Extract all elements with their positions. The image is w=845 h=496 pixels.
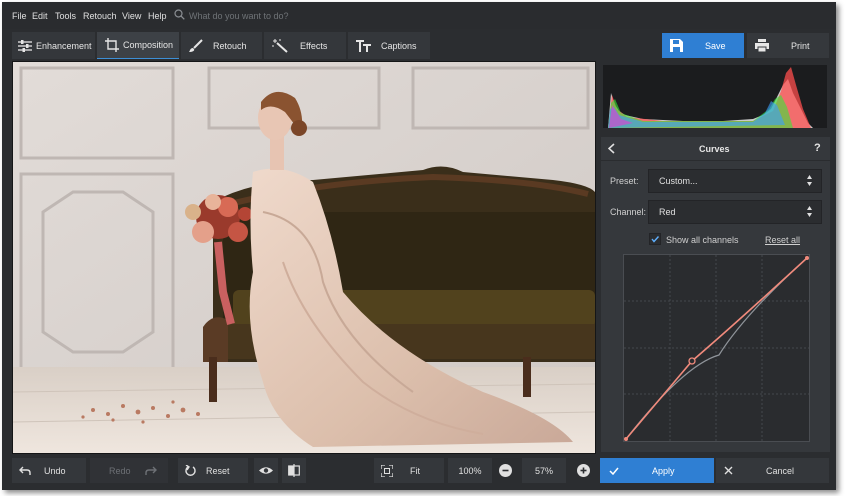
tab-captions-label: Captions <box>381 40 417 51</box>
menu-help[interactable]: Help <box>148 11 167 21</box>
crop-icon <box>105 38 119 52</box>
search-icon <box>174 9 185 20</box>
printer-icon <box>755 39 769 52</box>
zoom-out-button[interactable] <box>496 458 514 483</box>
menu-edit[interactable]: Edit <box>32 11 48 21</box>
back-chevron-icon[interactable] <box>608 143 615 154</box>
redo-icon <box>144 466 157 475</box>
show-all-checkbox[interactable] <box>649 233 661 245</box>
tab-composition-label: Composition <box>123 40 174 50</box>
preset-value: Custom... <box>659 176 698 186</box>
menu-bar: File Edit Tools Retouch View Help What d… <box>2 2 836 29</box>
tab-enhancement[interactable]: Enhancement <box>12 32 95 59</box>
close-icon <box>724 466 733 475</box>
tab-effects-label: Effects <box>300 40 328 51</box>
curves-editor[interactable] <box>623 254 810 442</box>
menu-file[interactable]: File <box>12 11 27 21</box>
floppy-disk-icon <box>670 39 683 52</box>
channel-select[interactable]: Red <box>648 200 822 224</box>
preset-label: Preset: <box>610 176 639 186</box>
undo-button[interactable]: Undo <box>12 458 86 483</box>
curves-title: Curves <box>699 144 730 154</box>
print-label: Print <box>791 40 810 51</box>
zoom-in-button[interactable] <box>574 458 592 483</box>
photo-image <box>12 62 596 453</box>
channel-label: Channel: <box>610 207 647 217</box>
preview-toggle-button[interactable] <box>254 458 278 483</box>
show-all-channels-label: Show all channels <box>666 235 739 245</box>
save-label: Save <box>705 40 726 51</box>
zoom-level-value: 57% <box>534 465 553 476</box>
tab-retouch[interactable]: Retouch <box>181 32 262 59</box>
fit-screen-icon <box>381 464 393 477</box>
histogram-graph <box>608 67 813 128</box>
tab-retouch-label: Retouch <box>213 40 247 51</box>
text-icon <box>356 39 371 52</box>
save-button[interactable]: Save <box>662 33 744 58</box>
divider <box>601 160 830 161</box>
magic-wand-icon <box>272 38 288 53</box>
menu-view[interactable]: View <box>122 11 141 21</box>
zoom-100-label: 100% <box>458 465 482 476</box>
undo-icon <box>19 466 31 475</box>
reset-label: Reset <box>206 465 230 476</box>
checkmark-icon <box>651 236 660 243</box>
curves-panel: Curves ? Preset: Custom... Channel: Red … <box>601 137 830 452</box>
undo-label: Undo <box>44 465 66 476</box>
menu-tools[interactable]: Tools <box>55 11 76 21</box>
print-button[interactable]: Print <box>747 33 829 58</box>
checkmark-icon <box>609 467 619 475</box>
menu-retouch[interactable]: Retouch <box>83 11 117 21</box>
histogram <box>603 65 827 128</box>
eye-icon <box>259 467 273 474</box>
cancel-button[interactable]: Cancel <box>716 458 829 483</box>
zoom-level-field[interactable]: 57% <box>522 458 566 483</box>
fit-button[interactable]: Fit <box>374 458 444 483</box>
channel-value: Red <box>659 207 676 217</box>
apply-button[interactable]: Apply <box>600 458 714 483</box>
cancel-label: Cancel <box>766 465 795 476</box>
sliders-icon <box>18 39 32 52</box>
photo-editor-window: File Edit Tools Retouch View Help What d… <box>2 2 836 490</box>
preset-select[interactable]: Custom... <box>648 169 822 193</box>
tab-effects[interactable]: Effects <box>264 32 346 59</box>
reset-icon <box>185 464 196 476</box>
help-icon[interactable]: ? <box>814 142 821 154</box>
apply-label: Apply <box>652 465 675 476</box>
zoom-100-button[interactable]: 100% <box>448 458 492 483</box>
zoom-in-icon <box>576 464 590 477</box>
redo-button[interactable]: Redo <box>90 458 168 483</box>
zoom-out-icon <box>498 464 512 477</box>
compare-icon <box>288 464 300 477</box>
photo-canvas[interactable] <box>12 61 596 454</box>
brush-icon <box>189 38 203 52</box>
search-input[interactable]: What do you want to do? <box>189 11 289 21</box>
tab-composition[interactable]: Composition <box>97 32 179 59</box>
fit-label: Fit <box>410 465 420 476</box>
tab-enhancement-label: Enhancement <box>36 40 92 51</box>
redo-label: Redo <box>109 465 131 476</box>
updown-arrows-icon <box>807 175 812 186</box>
curve-graph <box>624 255 809 441</box>
tab-captions[interactable]: Captions <box>348 32 430 59</box>
reset-button[interactable]: Reset <box>178 458 248 483</box>
reset-all-link[interactable]: Reset all <box>765 235 800 245</box>
compare-button[interactable] <box>282 458 306 483</box>
updown-arrows-icon <box>807 206 812 217</box>
